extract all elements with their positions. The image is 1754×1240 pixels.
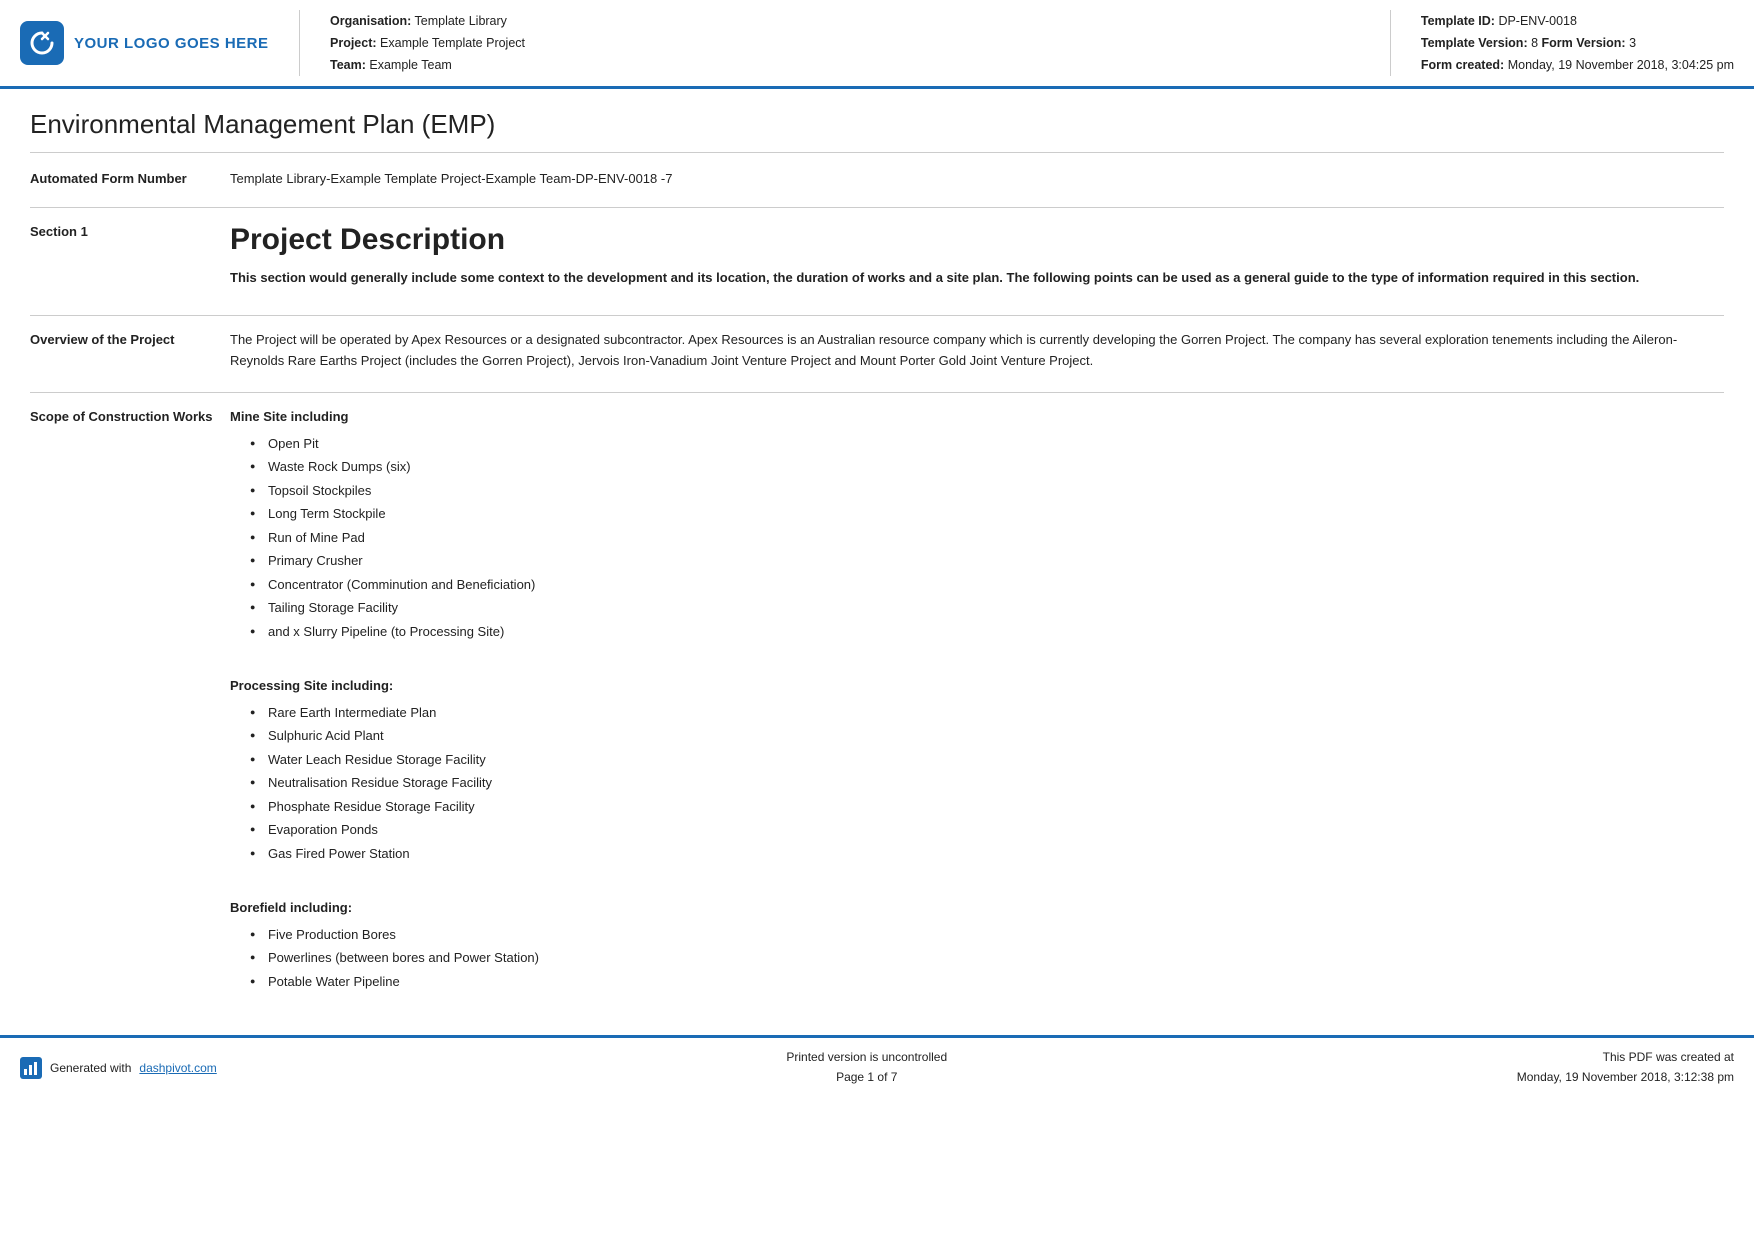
form-created-line: Form created: Monday, 19 November 2018, … <box>1421 56 1734 75</box>
footer-logo-icon <box>20 1057 42 1079</box>
logo-text: YOUR LOGO GOES HERE <box>74 35 269 52</box>
main-content: Environmental Management Plan (EMP) Auto… <box>0 89 1754 1005</box>
processing-site-heading: Processing Site including: <box>230 676 1724 697</box>
footer-right-line1: This PDF was created at <box>1517 1048 1734 1067</box>
automated-form-label: Automated Form Number <box>30 169 230 189</box>
template-version-line: Template Version: 8 Form Version: 3 <box>1421 34 1734 53</box>
automated-form-value: Template Library-Example Template Projec… <box>230 169 1724 189</box>
header-right: Template ID: DP-ENV-0018 Template Versio… <box>1391 10 1734 76</box>
footer-right: This PDF was created at Monday, 19 Novem… <box>1517 1048 1734 1086</box>
header-center: Organisation: Template Library Project: … <box>300 10 1391 76</box>
page-header: YOUR LOGO GOES HERE Organisation: Templa… <box>0 0 1754 89</box>
team-line: Team: Example Team <box>330 56 1360 75</box>
list-item: Sulphuric Acid Plant <box>250 726 1724 746</box>
page-footer: Generated with dashpivot.com Printed ver… <box>0 1035 1754 1096</box>
list-item: Evaporation Ponds <box>250 820 1724 840</box>
borefield-heading: Borefield including: <box>230 898 1724 919</box>
list-item: Phosphate Residue Storage Facility <box>250 797 1724 817</box>
project-line: Project: Example Template Project <box>330 34 1360 53</box>
list-item: Water Leach Residue Storage Facility <box>250 750 1724 770</box>
overview-label: Overview of the Project <box>30 330 230 378</box>
automated-form-row: Automated Form Number Template Library-E… <box>30 169 1724 189</box>
list-item: Waste Rock Dumps (six) <box>250 457 1724 477</box>
footer-generated-link[interactable]: dashpivot.com <box>139 1061 216 1075</box>
section1-heading: Project Description <box>230 222 1724 258</box>
section1-content: Project Description This section would g… <box>230 222 1724 298</box>
processing-site-list: Rare Earth Intermediate Plan Sulphuric A… <box>250 703 1724 864</box>
footer-left: Generated with dashpivot.com <box>20 1057 217 1079</box>
list-item: Run of Mine Pad <box>250 528 1724 548</box>
section1-label: Section 1 <box>30 222 230 298</box>
list-item: Open Pit <box>250 434 1724 454</box>
list-item: Potable Water Pipeline <box>250 972 1724 992</box>
divider2 <box>30 315 1724 316</box>
footer-right-line2: Monday, 19 November 2018, 3:12:38 pm <box>1517 1068 1734 1087</box>
scope-row: Scope of Construction Works Mine Site in… <box>30 407 1724 1005</box>
section1-row: Section 1 Project Description This secti… <box>30 222 1724 298</box>
logo-section: YOUR LOGO GOES HERE <box>20 10 300 76</box>
overview-text: The Project will be operated by Apex Res… <box>230 330 1724 372</box>
template-id-line: Template ID: DP-ENV-0018 <box>1421 12 1734 31</box>
mine-site-heading: Mine Site including <box>230 407 1724 428</box>
list-item: Primary Crusher <box>250 551 1724 571</box>
list-item: Powerlines (between bores and Power Stat… <box>250 948 1724 968</box>
list-item: Tailing Storage Facility <box>250 598 1724 618</box>
list-item: Long Term Stockpile <box>250 504 1724 524</box>
section1-intro: This section would generally include som… <box>230 268 1724 288</box>
document-title: Environmental Management Plan (EMP) <box>30 109 1724 153</box>
org-line: Organisation: Template Library <box>330 12 1360 31</box>
list-item: Neutralisation Residue Storage Facility <box>250 773 1724 793</box>
mine-site-list: Open Pit Waste Rock Dumps (six) Topsoil … <box>250 434 1724 642</box>
footer-generated-text: Generated with <box>50 1061 131 1075</box>
scope-label: Scope of Construction Works <box>30 407 230 1005</box>
footer-center-line2: Page 1 of 7 <box>786 1068 947 1087</box>
overview-content: The Project will be operated by Apex Res… <box>230 330 1724 378</box>
scope-content: Mine Site including Open Pit Waste Rock … <box>230 407 1724 1005</box>
logo-icon <box>20 21 64 65</box>
list-item: Topsoil Stockpiles <box>250 481 1724 501</box>
overview-row: Overview of the Project The Project will… <box>30 330 1724 378</box>
list-item: Gas Fired Power Station <box>250 844 1724 864</box>
borefield-list: Five Production Bores Powerlines (betwee… <box>250 925 1724 992</box>
list-item: Rare Earth Intermediate Plan <box>250 703 1724 723</box>
list-item: Concentrator (Comminution and Beneficiat… <box>250 575 1724 595</box>
list-item: and x Slurry Pipeline (to Processing Sit… <box>250 622 1724 642</box>
footer-center: Printed version is uncontrolled Page 1 o… <box>786 1048 947 1086</box>
footer-center-line1: Printed version is uncontrolled <box>786 1048 947 1067</box>
list-item: Five Production Bores <box>250 925 1724 945</box>
divider <box>30 207 1724 208</box>
divider3 <box>30 392 1724 393</box>
